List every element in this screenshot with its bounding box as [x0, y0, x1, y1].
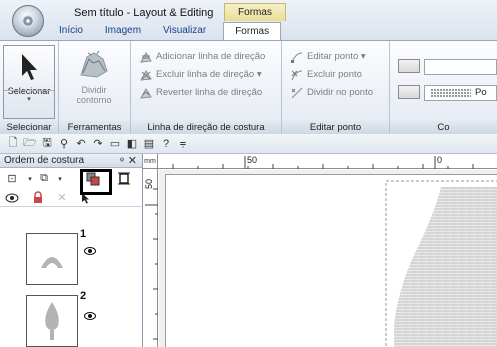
view-icon[interactable]: ◧ [125, 137, 139, 151]
tab-visualizar[interactable]: Visualizar [152, 22, 217, 40]
sew-order-item-2-number: 2 [80, 290, 87, 302]
line-sew-type-selector[interactable] [398, 85, 420, 99]
open-file-icon[interactable]: 🗁 [23, 137, 37, 151]
arch-shape-icon [41, 257, 63, 268]
line-sew-field[interactable]: Po [424, 85, 497, 101]
application-menu-button[interactable] [12, 5, 44, 37]
ruler-label-50: 50 [247, 155, 258, 165]
group-label-costura: Co [390, 121, 497, 135]
leaf-stitch-fill [394, 187, 497, 347]
delete-direction-line-button[interactable]: Excluir linha de direção ▾ [139, 67, 262, 83]
eye-icon[interactable] [84, 312, 96, 320]
reverse-direction-line-button[interactable]: Reverter linha de direção [139, 85, 262, 101]
delete-direction-line-icon [140, 70, 152, 81]
group-label-ferramentas: Ferramentas [59, 121, 130, 135]
group-selecionar: Selecionar ▾ Selecionar [0, 41, 59, 135]
quick-access-toolbar: 🗋 🗁 🖫 ⚲ ↶ ↷ ▭ ◧ ▤ ? ⩦ [0, 134, 497, 154]
window-icon[interactable]: ▭ [108, 137, 122, 151]
add-direction-line-icon [140, 52, 152, 63]
group-icon[interactable]: ⧉ [36, 171, 52, 186]
reverse-direction-line-label: Reverter linha de direção [156, 87, 263, 98]
eye-icon[interactable] [84, 247, 96, 255]
split-at-point-label: Dividir no ponto [307, 87, 374, 98]
group-label-editar-ponto: Editar ponto [282, 121, 389, 135]
select-arrow-icon [22, 54, 37, 80]
title-bar: Sem título - Layout & Editing Formas Iní… [0, 0, 497, 40]
ruler-unit: mm [143, 154, 158, 169]
tab-formas[interactable]: Formas [223, 22, 282, 40]
divide-outline-button[interactable]: Dividir contorno [65, 45, 123, 119]
divide-outline-icon [80, 50, 108, 78]
sew-order-icon[interactable]: ▤ [142, 137, 156, 151]
disabled-tool-icon: ✕ [57, 192, 67, 204]
chevron-down-icon[interactable]: ▾ [52, 171, 68, 186]
redo-icon[interactable]: ↷ [91, 137, 105, 151]
edit-point-button[interactable]: Editar ponto ▾ [290, 49, 366, 65]
help-icon[interactable]: ? [159, 137, 173, 151]
ruler-label-0: 0 [437, 155, 443, 165]
edit-point-icon [291, 52, 303, 63]
ribbon-tabs: Início Imagem Visualizar Formas [48, 22, 282, 40]
view-mode-icon[interactable]: ⊡ [4, 171, 20, 186]
sewing-order-panel: Ordem de costura ᵠ ✕ ⊡ ▾ ⧉ ▾ ✕ 1 2 [0, 154, 143, 347]
sew-order-item-2-thumbnail[interactable] [26, 295, 78, 347]
delete-point-icon [291, 70, 303, 81]
divide-outline-label-1: Dividir [81, 85, 107, 95]
split-at-point-button[interactable]: Dividir no ponto [290, 85, 373, 101]
save-icon[interactable]: 🖫 [40, 137, 54, 151]
horizontal-ruler: 50 0 [143, 154, 497, 169]
add-direction-line-button[interactable]: Adicionar linha de direção [139, 49, 265, 65]
group-costura: Po Co [390, 41, 497, 135]
ruler-ticks [172, 156, 474, 169]
lock-icon[interactable] [30, 190, 46, 205]
stitch-pattern-icon [431, 89, 471, 97]
panel-header: Ordem de costura ᵠ ✕ [0, 154, 142, 168]
tab-inicio[interactable]: Início [48, 22, 94, 40]
leaf-shape-icon [45, 302, 59, 340]
contextual-tab-header: Formas [224, 3, 286, 21]
design-canvas[interactable] [159, 170, 497, 347]
select-button-label: Selecionar [7, 86, 51, 96]
delete-direction-line-label: Excluir linha de direção ▾ [156, 69, 262, 80]
eye-icon[interactable] [4, 190, 20, 205]
ruler-ticks-vertical [145, 188, 158, 340]
reverse-direction-line-icon [140, 88, 152, 99]
highlight-box [80, 169, 112, 195]
customize-qat-icon[interactable]: ⩦ [176, 137, 190, 151]
group-label-selecionar: Selecionar [0, 121, 58, 135]
region-sew-type-selector[interactable] [398, 59, 420, 73]
undo-icon[interactable]: ↶ [74, 137, 88, 151]
sew-order-item-1-number: 1 [80, 228, 87, 240]
frame-icon[interactable] [116, 171, 132, 186]
group-linha-direcao: Adicionar linha de direção Excluir linha… [131, 41, 282, 135]
panel-toolbar-2: ✕ [0, 188, 142, 207]
pin-icon[interactable]: ᵠ [120, 155, 124, 165]
panel-title: Ordem de costura [4, 155, 85, 166]
chevron-down-icon: ▾ [27, 96, 31, 103]
delete-point-button[interactable]: Excluir ponto [290, 67, 362, 83]
group-ferramentas: Dividir contorno Ferramentas [59, 41, 131, 135]
ruler-label-v50: 50 [144, 178, 154, 189]
sew-order-item-1-thumbnail[interactable] [26, 233, 78, 285]
embroidery-design [385, 180, 497, 347]
edit-point-label: Editar ponto ▾ [307, 51, 366, 62]
design-page[interactable] [165, 174, 497, 347]
group-editar-ponto: Editar ponto ▾ Excluir ponto Dividir no … [282, 41, 390, 135]
region-sew-field[interactable] [424, 59, 497, 75]
zoom-icon[interactable]: ⚲ [57, 137, 71, 151]
delete-point-label: Excluir ponto [307, 69, 362, 80]
stitch-label: Po [475, 87, 487, 98]
vertical-ruler: 50 [143, 169, 158, 347]
close-icon[interactable]: ✕ [128, 154, 137, 167]
tab-imagem[interactable]: Imagem [94, 22, 152, 40]
new-file-icon[interactable]: 🗋 [6, 137, 20, 151]
select-button[interactable]: Selecionar ▾ [3, 45, 55, 119]
ribbon: Selecionar ▾ Selecionar Dividir contorno… [0, 40, 497, 135]
add-direction-line-label: Adicionar linha de direção [156, 51, 266, 62]
split-at-point-icon [291, 87, 303, 99]
panel-toolbar: ⊡ ▾ ⧉ ▾ [0, 168, 142, 188]
divide-outline-label-2: contorno [76, 95, 112, 105]
group-label-linha-direcao: Linha de direção de costura [131, 121, 281, 135]
window-title: Sem título - Layout & Editing [74, 7, 214, 19]
